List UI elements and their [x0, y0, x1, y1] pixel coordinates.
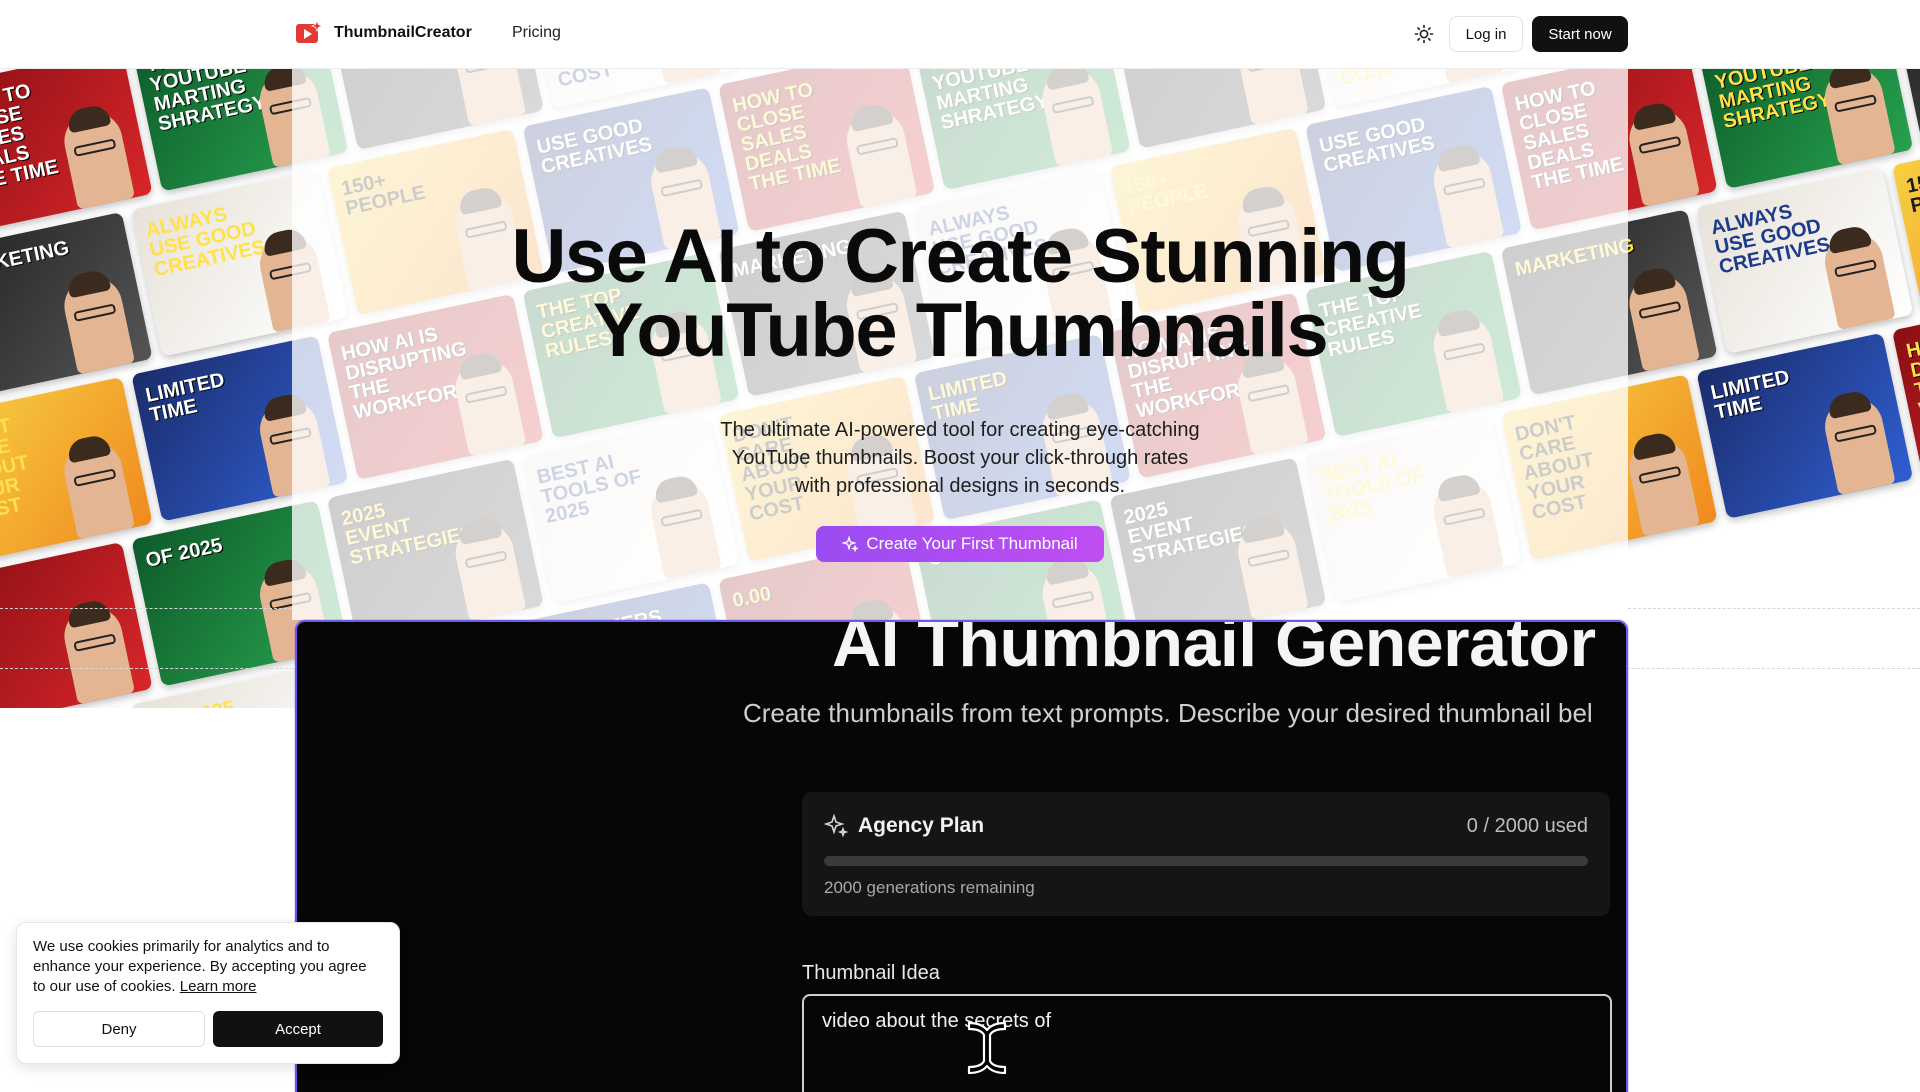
presenter-face — [59, 437, 136, 540]
thumbnail-card-text: MARKETING — [0, 236, 72, 284]
plan-progress-bar — [824, 856, 1588, 866]
sun-icon — [1414, 24, 1434, 44]
thumbnail-card-text: ALWAYS USE GOOD CREATIVES — [1708, 200, 1833, 279]
generator-subtitle: Create thumbnails from text prompts. Des… — [743, 698, 1593, 728]
play-logo-icon — [296, 21, 322, 43]
plan-usage-card: Agency Plan 0 / 2000 used 2000 generatio… — [802, 792, 1610, 916]
thumbnail-idea-input[interactable]: video about the secrets of — [802, 994, 1612, 1092]
thumbnail-card-text: THE 2025 YOUTUBE MARTING SHRATEGY — [1709, 68, 1834, 134]
thumbnail-card: 0.00 — [0, 541, 153, 708]
plan-name: Agency Plan — [858, 814, 985, 837]
presenter-face — [1819, 68, 1896, 166]
hero-title: Use AI to Create Stunning YouTube Thumbn… — [292, 219, 1628, 369]
cookie-message: We use cookies primarily for analytics a… — [33, 937, 383, 997]
deny-cookies-button[interactable]: Deny — [33, 1011, 205, 1047]
sparkles-icon — [842, 536, 859, 552]
nav-pricing-link[interactable]: Pricing — [512, 24, 561, 42]
hero-title-line1: Use AI to Create Stunning — [511, 214, 1410, 299]
brand-name: ThumbnailCreator — [334, 24, 472, 41]
presenter-face — [1819, 393, 1896, 496]
cookie-consent-banner: We use cookies primarily for analytics a… — [16, 922, 400, 1064]
presenter-face — [1624, 269, 1701, 372]
generator-title: AI Thumbnail Generator — [832, 620, 1596, 681]
cookie-buttons: Deny Accept — [33, 1011, 383, 1047]
text-cursor-icon — [967, 1021, 1007, 1075]
presenter-face — [1819, 228, 1896, 331]
thumbnail-card-text: THE 2025 YOUTUBE MARTING SHRATEGY — [144, 694, 268, 708]
thumbnail-card-text: THE 2025 YOUTUBE MARTING SHRATEGY — [144, 68, 269, 136]
presenter-face — [1624, 434, 1701, 537]
hero-title-line2: YouTube Thumbnails — [592, 288, 1329, 373]
accept-cookies-button[interactable]: Accept — [213, 1011, 383, 1047]
presenter-face — [1624, 104, 1701, 207]
cta-label: Create Your First Thumbnail — [866, 534, 1078, 553]
start-now-button[interactable]: Start now — [1532, 16, 1628, 52]
plan-usage-count: 0 / 2000 used — [1466, 815, 1588, 837]
thumbnail-card-text: ALWAYS USE GOOD CREATIVES — [143, 203, 268, 282]
thumbnail-card-text: 150+ PEOPLE — [1904, 166, 1920, 218]
sparkles-icon — [824, 814, 848, 838]
thumbnail-card: LIMITED TIME — [1696, 332, 1914, 519]
create-first-thumbnail-button[interactable]: Create Your First Thumbnail — [816, 526, 1104, 562]
top-navbar: ThumbnailCreator Pricing Log in Start no… — [0, 0, 1920, 69]
thumbnail-card-text: HOW AI IS DISRUPTING THE WORKFORCE — [1904, 321, 1920, 422]
divider-line — [1628, 608, 1920, 609]
thumbnail-card-text: 0.00 — [0, 570, 60, 612]
thumbnail-idea-label: Thumbnail Idea — [802, 962, 940, 984]
presenter-face — [59, 107, 136, 210]
thumbnail-card: MARKETING — [0, 211, 153, 399]
brand-logo-link[interactable]: ThumbnailCreator — [296, 21, 472, 45]
login-button[interactable]: Log in — [1449, 16, 1523, 52]
presenter-face — [59, 272, 136, 375]
thumbnail-card-text: LIMITED TIME — [1708, 366, 1792, 424]
thumbnail-card: ALWAYS USE GOOD CREATIVES — [1696, 167, 1914, 354]
hero-section: Use AI to Create Stunning YouTube Thumbn… — [292, 68, 1628, 620]
presenter-face — [59, 602, 136, 705]
thumbnail-card: HOW TO CLOSE SALES DEALS THE TIME — [0, 68, 153, 234]
hero-subtitle: The ultimate AI-powered tool for creatin… — [720, 419, 1200, 497]
thumbnail-card-text: OF 2025 — [143, 534, 225, 572]
theme-toggle-button[interactable] — [1410, 20, 1438, 48]
thumbnail-card: DON'T CARE ABOUT YOUR COST — [0, 376, 153, 564]
plan-remaining-text: 2000 generations remaining — [824, 878, 1035, 897]
divider-line — [0, 608, 292, 609]
learn-more-link[interactable]: Learn more — [180, 978, 257, 995]
thumbnail-card-text: LIMITED TIME — [143, 368, 227, 427]
app-preview-panel: AI Thumbnail Generator Create thumbnails… — [295, 620, 1628, 1092]
